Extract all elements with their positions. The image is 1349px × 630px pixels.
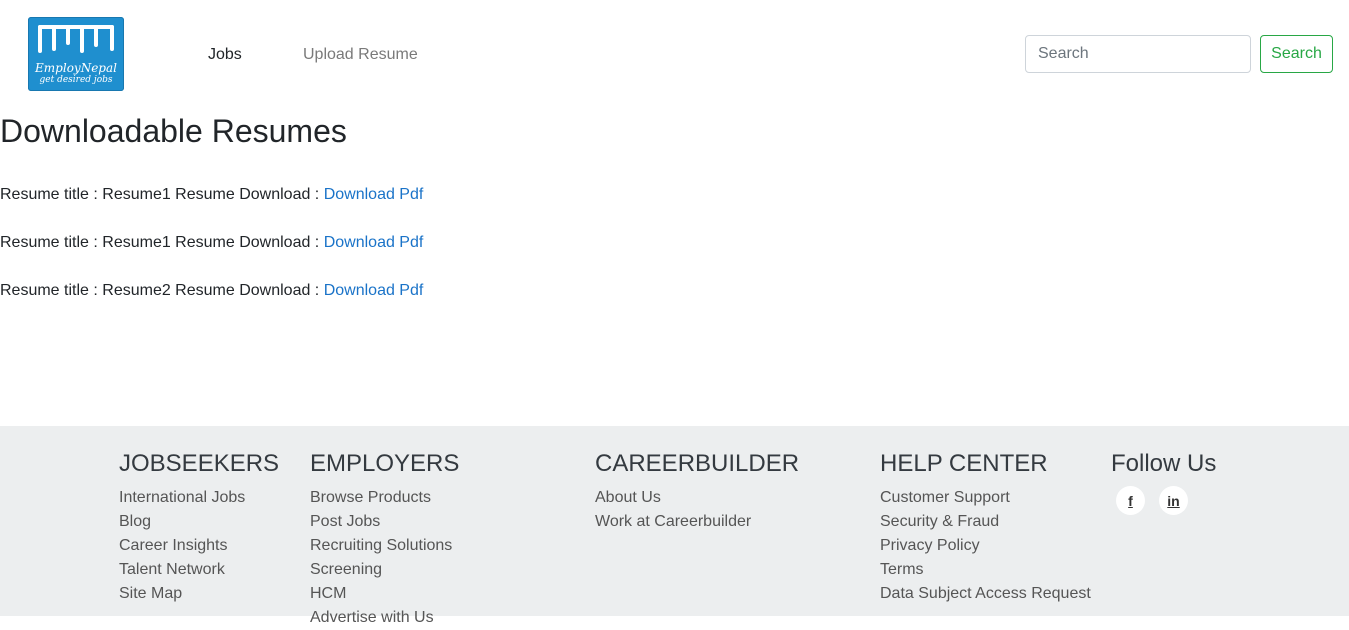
footer-link-data-subject-access-request[interactable]: Data Subject Access Request	[880, 585, 1091, 602]
facebook-icon[interactable]: f	[1116, 486, 1145, 515]
footer-link-screening[interactable]: Screening	[310, 561, 382, 578]
resume-info: Resume title : Resume2 Resume Download :	[0, 282, 324, 299]
footer-link-site-map[interactable]: Site Map	[119, 585, 182, 602]
footer-link-advertise[interactable]: Advertise with Us	[310, 609, 434, 626]
footer-heading-careerbuilder: CAREERBUILDER	[595, 450, 800, 477]
logo-tagline: get desired jobs	[39, 75, 113, 85]
footer-link-post-jobs[interactable]: Post Jobs	[310, 513, 380, 530]
logo[interactable]: EmployNepal get desired jobs	[28, 17, 124, 91]
footer-jobseekers: JOBSEEKERS International Jobs Blog Caree…	[119, 450, 279, 606]
footer-link-browse-products[interactable]: Browse Products	[310, 489, 431, 506]
footer-employers: EMPLOYERS Browse Products Post Jobs Recr…	[310, 450, 459, 630]
download-pdf-link[interactable]: Download Pdf	[324, 186, 424, 203]
resume-info: Resume title : Resume1 Resume Download :	[0, 186, 324, 203]
download-pdf-link[interactable]: Download Pdf	[324, 234, 424, 251]
footer-heading-employers: EMPLOYERS	[310, 450, 460, 477]
nav-jobs[interactable]: Jobs	[208, 46, 242, 64]
footer-link-terms[interactable]: Terms	[880, 561, 924, 578]
footer-link-customer-support[interactable]: Customer Support	[880, 489, 1010, 506]
footer-heading-jobseekers: JOBSEEKERS	[119, 450, 280, 477]
page-title: Downloadable Resumes	[0, 113, 347, 149]
resume-row: Resume title : Resume1 Resume Download :…	[0, 186, 423, 204]
footer-link-recruiting-solutions[interactable]: Recruiting Solutions	[310, 537, 452, 554]
resume-row: Resume title : Resume2 Resume Download :…	[0, 282, 423, 300]
search-input[interactable]	[1025, 35, 1251, 73]
footer-link-about-us[interactable]: About Us	[595, 489, 661, 506]
footer-link-international-jobs[interactable]: International Jobs	[119, 489, 245, 506]
footer-link-privacy-policy[interactable]: Privacy Policy	[880, 537, 980, 554]
footer: JOBSEEKERS International Jobs Blog Caree…	[0, 426, 1349, 626]
linkedin-icon[interactable]: in	[1159, 486, 1188, 515]
footer-link-hcm[interactable]: HCM	[310, 585, 346, 602]
logo-name: EmployNepal	[35, 61, 117, 75]
social-links: f in	[1116, 486, 1216, 515]
footer-link-work-at-careerbuilder[interactable]: Work at Careerbuilder	[595, 513, 751, 530]
search-button[interactable]: Search	[1260, 35, 1333, 73]
download-pdf-link[interactable]: Download Pdf	[324, 282, 424, 299]
footer-link-blog[interactable]: Blog	[119, 513, 151, 530]
logo-drip-icon	[38, 25, 114, 53]
resume-info: Resume title : Resume1 Resume Download :	[0, 234, 324, 251]
footer-link-career-insights[interactable]: Career Insights	[119, 537, 228, 554]
footer-heading-help-center: HELP CENTER	[880, 450, 1048, 477]
footer-link-talent-network[interactable]: Talent Network	[119, 561, 225, 578]
footer-heading-follow-us: Follow Us	[1111, 450, 1217, 477]
footer-follow-us: Follow Us f in	[1111, 450, 1216, 515]
footer-careerbuilder: CAREERBUILDER About Us Work at Careerbui…	[595, 450, 799, 534]
nav-upload-resume[interactable]: Upload Resume	[303, 46, 418, 64]
footer-help-center: HELP CENTER Customer Support Security & …	[880, 450, 1091, 606]
navbar: EmployNepal get desired jobs Jobs Upload…	[0, 0, 1349, 110]
footer-link-security-fraud[interactable]: Security & Fraud	[880, 513, 999, 530]
resume-row: Resume title : Resume1 Resume Download :…	[0, 234, 423, 252]
